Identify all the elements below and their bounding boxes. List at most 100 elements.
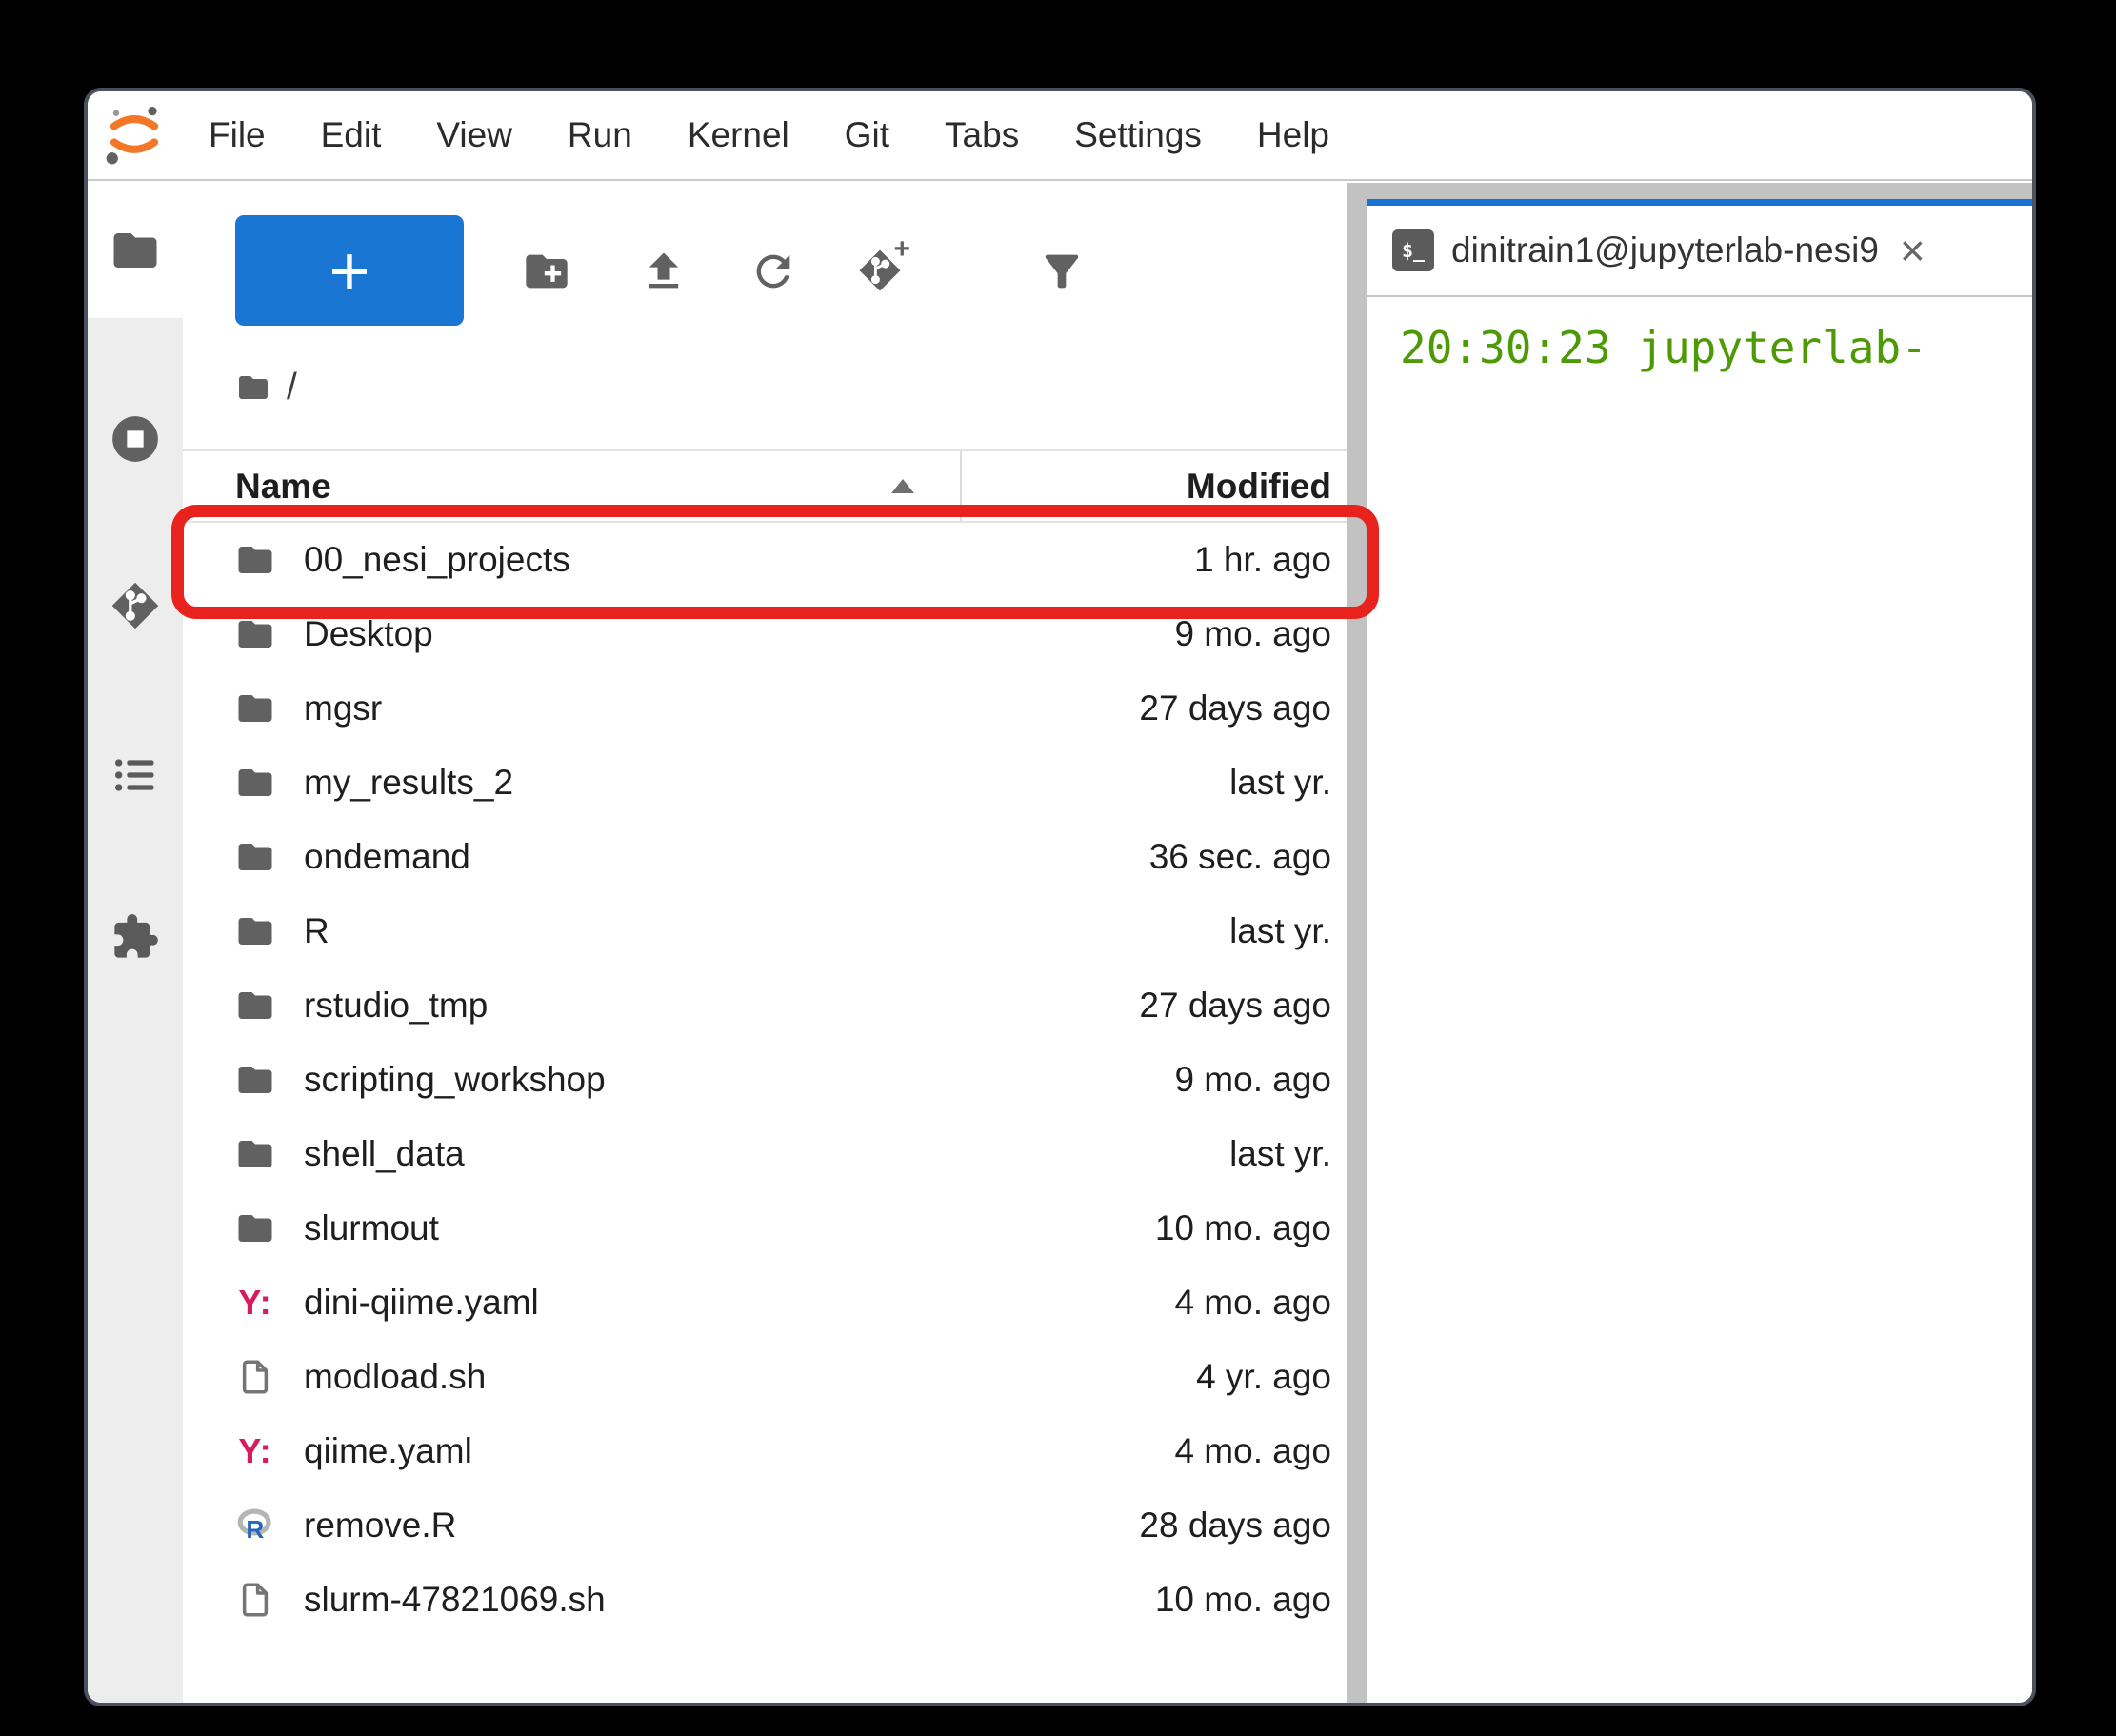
file-modified: 1 hr. ago [1194,540,1331,580]
file-name: shell_data [304,1134,1229,1174]
git-clone-button[interactable]: + [855,247,905,296]
folder-icon [233,687,277,730]
terminal-output-line: 20:30:23 jupyterlab- [1400,322,2032,373]
upload-icon [639,247,689,296]
terminal-tab[interactable]: $_ dinitrain1@jupyterlab-nesi9 × [1367,199,2032,297]
file-modified: 36 sec. ago [1149,837,1331,877]
file-name: rstudio_tmp [304,986,1139,1026]
name-header-label: Name [235,467,331,507]
menu-item[interactable]: Settings [1047,115,1229,155]
file-name: remove.R [304,1506,1139,1546]
menu-item[interactable]: Edit [293,115,409,155]
menu-item[interactable]: File [181,115,293,155]
file-name: dini-qiime.yaml [304,1283,1174,1323]
file-row[interactable]: Desktop 9 mo. ago [183,597,1347,671]
file-row[interactable]: ondemand 36 sec. ago [183,820,1347,894]
r-file-icon: R [233,1504,277,1547]
file-row[interactable]: slurm-47821069.sh 10 mo. ago [183,1563,1347,1637]
file-modified: 4 mo. ago [1174,1431,1331,1471]
column-header-modified[interactable]: Modified [960,451,1347,521]
file-row[interactable]: Y: dini-qiime.yaml 4 mo. ago [183,1266,1347,1340]
folder-icon [233,835,277,879]
folder-icon [233,538,277,582]
file-row[interactable]: Y: qiime.yaml 4 mo. ago [183,1414,1347,1488]
new-launcher-button[interactable]: + [235,215,464,326]
column-header-name[interactable]: Name [183,451,960,521]
folder-icon [233,909,277,953]
menu-item[interactable]: Run [540,115,660,155]
file-modified: 9 mo. ago [1174,614,1331,654]
breadcrumb[interactable]: / [236,356,297,419]
file-row[interactable]: my_results_2 last yr. [183,746,1347,820]
sort-ascending-icon [891,479,914,493]
home-folder-icon [236,370,270,405]
menu-item[interactable]: Git [817,115,917,155]
refresh-button[interactable] [749,247,798,296]
file-modified: 10 mo. ago [1155,1208,1331,1248]
file-row[interactable]: mgsr 27 days ago [183,671,1347,746]
file-row[interactable]: R remove.R 28 days ago [183,1488,1347,1563]
file-name: slurmout [304,1208,1155,1248]
activity-bar [88,183,183,1703]
terminal-output-area[interactable]: 20:30:23 jupyterlab- [1367,297,2032,1703]
jupyter-logo-icon [99,100,170,170]
menu-item[interactable]: Kernel [660,115,817,155]
file-name: modload.sh [304,1357,1196,1397]
file-row[interactable]: 00_nesi_projects 1 hr. ago [183,523,1347,597]
file-modified: last yr. [1229,1134,1331,1174]
file-row[interactable]: slurmout 10 mo. ago [183,1191,1347,1266]
file-list: 00_nesi_projects 1 hr. ago Desktop 9 mo.… [183,523,1347,1637]
sidebar-item-running-sessions[interactable] [110,414,160,464]
menu-item[interactable]: Help [1229,115,1357,155]
dock-area: $_ dinitrain1@jupyterlab-nesi9 × 20:30:2… [1347,183,2032,1703]
upload-button[interactable] [639,247,689,296]
jupyterlab-window: File Edit View Run Kernel Git Tabs Setti… [84,88,2036,1706]
menu-item[interactable]: Tabs [917,115,1047,155]
sidebar-item-extensions[interactable] [110,912,160,962]
main-area: + + / Name [88,183,2032,1703]
folder-icon [233,612,277,656]
file-row[interactable]: shell_data last yr. [183,1117,1347,1191]
list-icon [110,750,160,800]
menu-item[interactable]: View [409,115,540,155]
file-name: my_results_2 [304,763,1229,803]
breadcrumb-path: / [287,367,297,409]
file-modified: 9 mo. ago [1174,1060,1331,1100]
folder-icon [233,761,277,805]
filter-button[interactable] [1037,247,1087,296]
terminal-tab-title: dinitrain1@jupyterlab-nesi9 [1451,230,1879,270]
file-name: ondemand [304,837,1149,877]
file-modified: last yr. [1229,763,1331,803]
svg-text:R: R [246,1515,264,1544]
folder-icon [233,1207,277,1250]
file-name: qiime.yaml [304,1431,1174,1471]
sidebar-item-list[interactable] [110,750,160,800]
file-modified: last yr. [1229,911,1331,951]
sidebar-item-file-browser[interactable] [88,183,183,318]
file-modified: 10 mo. ago [1155,1580,1331,1620]
menu-bar: File Edit View Run Kernel Git Tabs Setti… [88,91,2032,181]
yaml-icon: Y: [233,1281,277,1325]
new-folder-button[interactable] [522,247,571,296]
file-modified: 4 mo. ago [1174,1283,1331,1323]
file-name: mgsr [304,688,1139,728]
file-row[interactable]: R last yr. [183,894,1347,968]
sidebar-item-git[interactable] [110,581,160,630]
file-row[interactable]: modload.sh 4 yr. ago [183,1340,1347,1414]
file-modified: 27 days ago [1139,986,1331,1026]
new-folder-icon [522,247,571,296]
file-name: scripting_workshop [304,1060,1174,1100]
file-row[interactable]: rstudio_tmp 27 days ago [183,968,1347,1043]
file-list-header: Name Modified [183,449,1347,523]
file-modified: 27 days ago [1139,688,1331,728]
file-name: Desktop [304,614,1174,654]
close-tab-button[interactable]: × [1896,229,1929,272]
refresh-icon [749,247,798,296]
file-modified: 28 days ago [1139,1506,1331,1546]
file-row[interactable]: scripting_workshop 9 mo. ago [183,1043,1347,1117]
terminal-panel: $_ dinitrain1@jupyterlab-nesi9 × 20:30:2… [1367,199,2032,1703]
extension-icon [110,912,160,962]
git-clone-plus-glyph: + [893,235,910,264]
running-sessions-icon [110,414,160,464]
file-name: 00_nesi_projects [304,540,1194,580]
